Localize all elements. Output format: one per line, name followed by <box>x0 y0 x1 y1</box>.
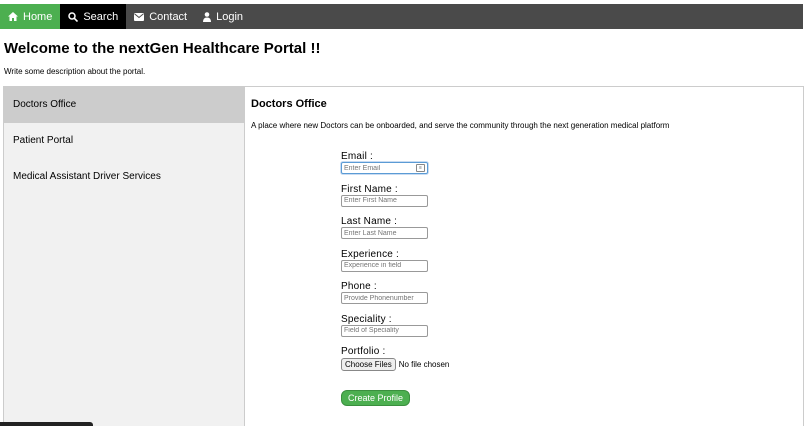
sidebar-item-patient-portal[interactable]: Patient Portal <box>4 123 244 159</box>
sidebar-item-doctors-office[interactable]: Doctors Office <box>4 87 244 123</box>
tab-content-doctors-office: Doctors Office A place where new Doctors… <box>251 87 803 426</box>
nav-contact[interactable]: Contact <box>126 4 195 29</box>
envelope-icon <box>134 12 145 21</box>
sidebar: Doctors Office Patient Portal Medical As… <box>4 87 245 426</box>
sidebar-item-medical-assistant-driver-services[interactable]: Medical Assistant Driver Services <box>4 159 244 195</box>
profile-form: Email : ≡ First Name : Last Name : Exper… <box>341 151 541 406</box>
top-navbar: Home Search Contact Login <box>0 4 803 29</box>
portfolio-label: Portfolio : <box>341 346 386 357</box>
speciality-field[interactable] <box>341 324 428 337</box>
autofill-contact-card-icon[interactable]: ≡ <box>416 164 425 172</box>
experience-field[interactable] <box>341 259 428 272</box>
portfolio-group: Portfolio : Choose Files No file chosen <box>341 346 541 379</box>
experience-group: Experience : <box>341 249 541 282</box>
page-description: Write some description about the portal. <box>4 67 146 76</box>
last-name-label: Last Name : <box>341 216 398 227</box>
nav-home[interactable]: Home <box>0 4 61 29</box>
home-icon <box>8 12 18 21</box>
nav-search-label: Search <box>83 10 119 23</box>
first-name-field[interactable] <box>341 194 428 207</box>
choose-files-button[interactable]: Choose Files <box>341 358 396 371</box>
create-profile-button[interactable]: Create Profile <box>341 389 411 406</box>
section-description: A place where new Doctors can be onboard… <box>251 121 670 130</box>
phone-field[interactable] <box>341 292 428 304</box>
nav-login[interactable]: Login <box>195 4 251 29</box>
email-group: Email : ≡ <box>341 151 541 184</box>
first-name-group: First Name : <box>341 184 541 217</box>
speciality-label: Speciality : <box>341 313 392 325</box>
last-name-field[interactable] <box>341 227 428 239</box>
nav-login-label: Login <box>216 10 244 23</box>
experience-label: Experience : <box>341 248 399 260</box>
email-label: Email : <box>341 151 373 162</box>
first-name-label: First Name : <box>341 183 398 195</box>
nav-home-label: Home <box>23 10 53 23</box>
phone-label: Phone : <box>341 281 377 292</box>
user-icon <box>203 11 212 22</box>
speciality-group: Speciality : <box>341 314 541 347</box>
section-title: Doctors Office <box>251 98 327 110</box>
page-title: Welcome to the nextGen Healthcare Portal… <box>4 40 321 57</box>
email-field[interactable] <box>341 162 428 174</box>
nav-contact-label: Contact <box>149 10 188 23</box>
nav-search[interactable]: Search <box>60 4 127 29</box>
search-icon <box>68 11 79 22</box>
phone-group: Phone : <box>341 281 541 314</box>
last-name-group: Last Name : <box>341 216 541 249</box>
status-tooltip <box>0 422 93 426</box>
file-status-text: No file chosen <box>398 360 450 369</box>
tab-container: Doctors Office Patient Portal Medical As… <box>3 86 804 426</box>
